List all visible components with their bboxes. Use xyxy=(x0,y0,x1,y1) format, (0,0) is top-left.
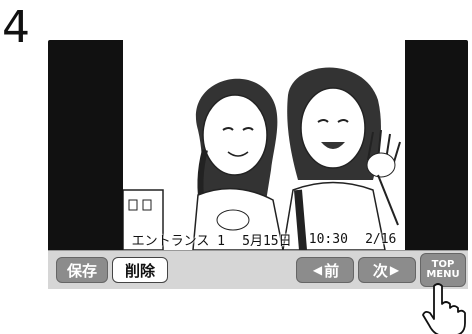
photo-overlay-info: エントランス 1 5月15日 10:30 2/16 xyxy=(123,228,405,250)
left-triangle-icon: ◀ xyxy=(312,263,323,277)
time-label: 10:30 xyxy=(308,231,348,247)
bottom-toolbar: 保存 削除 ◀ 前 次 ▶ TOP MENU xyxy=(48,250,468,289)
next-button[interactable]: 次 ▶ xyxy=(358,257,416,283)
hand-pointer-icon xyxy=(422,283,466,334)
delete-button[interactable]: 削除 xyxy=(112,257,168,283)
previous-button[interactable]: ◀ 前 xyxy=(296,257,354,283)
step-number: 4 xyxy=(2,2,30,53)
location-label: エントランス 1 xyxy=(131,233,225,249)
device-screen: エントランス 1 5月15日 10:30 2/16 保存 削除 ◀ 前 次 ▶ … xyxy=(48,40,468,289)
date-label: 5月15日 xyxy=(242,233,292,249)
photo-illustration xyxy=(123,67,401,250)
photo-view: エントランス 1 5月15日 10:30 2/16 xyxy=(123,40,405,250)
delete-button-label: 削除 xyxy=(124,261,155,280)
next-button-label: 次 xyxy=(372,261,388,280)
save-button[interactable]: 保存 xyxy=(56,257,108,283)
right-triangle-icon: ▶ xyxy=(389,263,400,277)
top-menu-line2: MENU xyxy=(426,269,460,280)
save-button-label: 保存 xyxy=(66,261,97,280)
page-indicator: 2/16 xyxy=(365,231,397,247)
previous-button-label: 前 xyxy=(324,261,340,280)
